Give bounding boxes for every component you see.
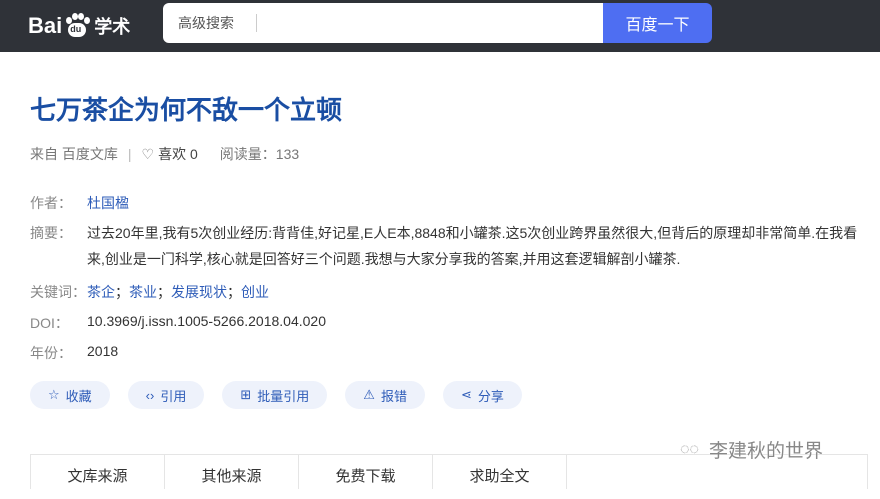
batch-cite-label: 批量引用 <box>257 388 310 404</box>
doi-label: DOI： <box>30 315 69 331</box>
year-label: 年份： <box>30 345 72 361</box>
source-text: 来自 百度文库 <box>30 146 118 162</box>
tab-library-source[interactable]: 文库来源 <box>31 455 165 489</box>
logo-text-left: Bai <box>28 13 63 38</box>
top-bar: Bai du 学术 高级搜索 百度一下 <box>0 0 880 52</box>
star-icon: ☆ <box>48 387 60 402</box>
author-row: 作者： 杜国楹 <box>30 193 129 213</box>
watermark-text: 李建秋的世界 <box>709 441 824 462</box>
share-label: 分享 <box>477 388 504 404</box>
keywords-label: 关键词： <box>30 284 86 300</box>
cite-label: 引用 <box>160 388 187 404</box>
cite-button[interactable]: ‹› 引用 <box>127 381 205 409</box>
keyword-link[interactable]: 茶业 <box>129 284 157 300</box>
keyword-link[interactable]: 发展现状 <box>171 284 227 300</box>
doi-value: 10.3969/j.issn.1005-5266.2018.04.020 <box>87 313 326 329</box>
abstract-row: 摘要： 过去20年里,我有5次创业经历:背背佳,好记星,E人E本,8848和小罐… <box>30 220 867 272</box>
abstract-label: 摘要： <box>30 225 72 241</box>
year-value: 2018 <box>87 343 119 359</box>
report-error-label: 报错 <box>380 388 407 404</box>
keyword-link[interactable]: 创业 <box>241 284 269 300</box>
read-count: 阅读量：133 <box>219 146 300 162</box>
share-icon: ⋖ <box>460 387 472 402</box>
search-input[interactable] <box>257 3 603 43</box>
action-bar: ☆ 收藏 ‹› 引用 ⊞ 批量引用 ⚠ 报错 ⋖ 分享 <box>30 381 522 409</box>
collect-button[interactable]: ☆ 收藏 <box>30 381 110 409</box>
tab-free-download[interactable]: 免费下载 <box>299 455 433 489</box>
article-meta: 来自 百度文库 | ♡ 喜欢 0 阅读量：133 <box>30 144 299 164</box>
keywords-row: 关键词： 茶企；茶业；发展现状；创业 <box>30 284 269 300</box>
like-count[interactable]: 喜欢 0 <box>158 144 198 164</box>
collect-label: 收藏 <box>65 388 92 404</box>
meta-divider: | <box>127 146 132 162</box>
baidu-xueshu-logo[interactable]: Bai du 学术 <box>28 10 130 42</box>
share-button[interactable]: ⋖ 分享 <box>442 381 522 409</box>
keyword-link[interactable]: 茶企 <box>87 284 115 300</box>
abstract-text: 过去20年里,我有5次创业经历:背背佳,好记星,E人E本,8848和小罐茶.这5… <box>87 225 858 267</box>
wechat-icon: ◌◌ <box>680 440 700 458</box>
year-row: 年份： 2018 <box>30 343 118 363</box>
logo-text-right: 学术 <box>94 17 131 37</box>
article-title: 七万茶企为何不敌一个立顿 <box>30 95 343 125</box>
watermark: ◌◌ 李建秋的世界 <box>680 436 823 463</box>
tab-request-fulltext[interactable]: 求助全文 <box>433 455 567 489</box>
advanced-search-link[interactable]: 高级搜索 <box>163 13 256 33</box>
folder-plus-icon: ⊞ <box>240 387 252 402</box>
paw-icon: du <box>64 13 91 39</box>
code-icon: ‹› <box>145 387 155 403</box>
search-box: 高级搜索 <box>163 3 603 43</box>
logo-paw-text: du <box>70 24 82 34</box>
heart-icon[interactable]: ♡ <box>142 146 155 163</box>
author-link[interactable]: 杜国楹 <box>87 193 129 213</box>
doi-row: DOI： 10.3969/j.issn.1005-5266.2018.04.02… <box>30 313 326 333</box>
batch-cite-button[interactable]: ⊞ 批量引用 <box>222 381 328 409</box>
warning-icon: ⚠ <box>363 387 375 402</box>
report-error-button[interactable]: ⚠ 报错 <box>345 381 425 409</box>
tab-other-source[interactable]: 其他来源 <box>165 455 299 489</box>
search-button[interactable]: 百度一下 <box>603 3 712 43</box>
author-label: 作者： <box>30 195 72 211</box>
